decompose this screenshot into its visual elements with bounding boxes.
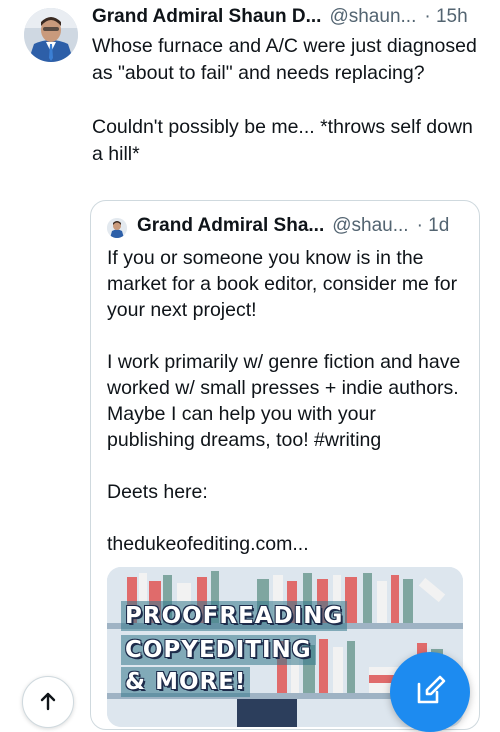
promo-line-2: COPYEDITING <box>121 635 316 665</box>
quoted-post-text: If you or someone you know is in the mar… <box>107 247 461 555</box>
quoted-author-name[interactable]: Grand Admiral Sha... <box>137 215 324 237</box>
author-avatar[interactable] <box>24 8 78 62</box>
post-timestamp[interactable]: · 15h <box>424 6 467 28</box>
arrow-up-icon <box>40 692 56 711</box>
quoted-post-timestamp[interactable]: · 1d <box>417 215 450 237</box>
author-name[interactable]: Grand Admiral Shaun D... <box>92 6 321 28</box>
compose-icon <box>417 675 446 704</box>
author-handle[interactable]: @shaun... <box>329 6 416 28</box>
quoted-author-avatar <box>107 218 127 238</box>
promo-line-3: & MORE! <box>121 667 251 697</box>
post-header: Grand Admiral Shaun D... @shaun... · 15h <box>92 6 488 32</box>
scroll-to-top-button[interactable] <box>22 676 74 728</box>
quoted-author-handle[interactable]: @shau... <box>332 215 408 237</box>
quoted-post[interactable]: Grand Admiral Sha... @shau... · 1d If yo… <box>90 200 480 730</box>
promo-line-1: PROOFREADING <box>121 601 348 631</box>
post-text: Whose furnace and A/C were just diagnose… <box>92 35 477 165</box>
compose-button[interactable] <box>390 652 470 732</box>
quoted-post-header: Grand Admiral Sha... @shau... · 1d <box>107 215 469 241</box>
